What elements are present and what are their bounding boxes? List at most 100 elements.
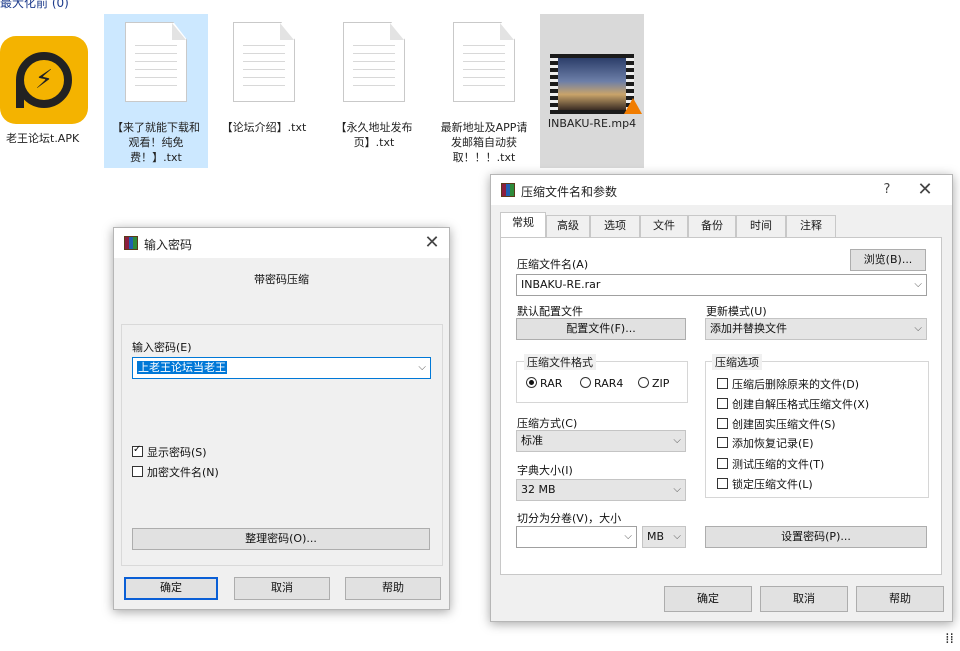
cancel-button[interactable]: 取消 [234, 577, 330, 600]
set-password-button[interactable]: 设置密码(P)... [705, 526, 927, 548]
winrar-icon [501, 183, 515, 197]
winrar-icon [124, 236, 138, 250]
option-label: 添加恢复记录(E) [732, 437, 814, 450]
format-label: RAR4 [594, 377, 624, 390]
checkbox-icon [717, 398, 728, 409]
text-document-icon [125, 22, 187, 102]
archive-format-title: 压缩文件格式 [524, 354, 596, 370]
radio-icon [638, 377, 649, 388]
folder-header-text: 最大化前 (0) [0, 0, 69, 10]
split-volumes-label: 切分为分卷(V)，大小 [517, 512, 622, 525]
checkbox-icon [717, 418, 728, 429]
text-document-icon [343, 22, 405, 102]
option-recovery[interactable]: 添加恢复记录(E) [717, 435, 814, 451]
format-label: RAR [540, 377, 563, 390]
dialog-subtitle: 带密码压缩 [254, 273, 309, 286]
method-select[interactable]: 标准 ⌵ [516, 430, 686, 452]
option-solid[interactable]: 创建固实压缩文件(S) [717, 416, 836, 432]
file-item-txt-4[interactable]: 最新地址及APP请发邮箱自动获取！！！.txt [432, 14, 536, 168]
option-label: 测试压缩的文件(T) [732, 458, 825, 471]
option-lock[interactable]: 锁定压缩文件(L) [717, 476, 813, 492]
text-document-icon [233, 22, 295, 102]
password-dialog: 输入密码 ✕ 带密码压缩 输入密码(E) 上老王论坛当老王 ⌵ 显示密码(S) … [113, 227, 450, 610]
password-input[interactable]: 上老王论坛当老王 ⌵ [132, 357, 431, 379]
help-button[interactable]: 帮助 [345, 577, 441, 600]
file-item-apk[interactable]: ⚡ 老王论坛t.APK [0, 14, 96, 168]
dictionary-label: 字典大小(I) [517, 464, 573, 477]
file-name: 老王论坛t.APK [6, 132, 80, 145]
ok-button[interactable]: 确定 [124, 577, 218, 600]
update-mode-select[interactable]: 添加并替换文件 ⌵ [705, 318, 927, 340]
archive-name-input[interactable]: INBAKU-RE.rar ⌵ [516, 274, 927, 296]
tab-backup[interactable]: 备份 [688, 215, 736, 237]
chevron-down-icon[interactable]: ⌵ [418, 358, 426, 378]
chevron-down-icon[interactable]: ⌵ [914, 275, 922, 295]
file-name: 【永久地址发布页】.txt [335, 121, 413, 149]
option-sfx[interactable]: 创建自解压格式压缩文件(X) [717, 396, 869, 412]
archiving-options-title: 压缩选项 [712, 354, 762, 370]
text-document-icon [453, 22, 515, 102]
cancel-button[interactable]: 取消 [760, 586, 848, 612]
split-unit-select[interactable]: MB ⌵ [642, 526, 686, 548]
format-radio-rar[interactable]: RAR [526, 377, 562, 390]
radio-icon [580, 377, 591, 388]
archive-dialog-title: 压缩文件名和参数 [521, 185, 618, 199]
show-password-checkbox[interactable]: 显示密码(S) [132, 444, 207, 460]
tab-general[interactable]: 常规 [500, 212, 546, 238]
encrypt-names-checkbox[interactable]: 加密文件名(N) [132, 464, 219, 480]
tab-options[interactable]: 选项 [590, 215, 640, 237]
archive-name-value: INBAKU-RE.rar [521, 278, 601, 291]
checkbox-icon [717, 458, 728, 469]
file-item-txt-3[interactable]: 【永久地址发布页】.txt [322, 14, 426, 168]
encrypt-names-label: 加密文件名(N) [147, 466, 219, 479]
file-item-txt-2[interactable]: 【论坛介绍】.txt [212, 14, 316, 168]
show-password-label: 显示密码(S) [147, 446, 207, 459]
chevron-down-icon[interactable]: ⌵ [673, 480, 681, 500]
help-button[interactable]: 帮助 [856, 586, 944, 612]
close-icon[interactable]: ✕ [914, 179, 936, 201]
password-dialog-titlebar[interactable]: 输入密码 ✕ [114, 228, 449, 258]
format-label: ZIP [652, 377, 670, 390]
profiles-button[interactable]: 配置文件(F)... [516, 318, 686, 340]
format-radio-rar4[interactable]: RAR4 [580, 377, 623, 390]
option-label: 锁定压缩文件(L) [732, 478, 813, 491]
format-radio-zip[interactable]: ZIP [638, 377, 669, 390]
archive-name-label: 压缩文件名(A) [517, 258, 589, 271]
split-unit-value: MB [647, 530, 665, 543]
file-name: 【来了就能下载和观看！纯免费！】.txt [112, 121, 200, 164]
tab-time[interactable]: 时间 [736, 215, 786, 237]
chevron-down-icon[interactable]: ⌵ [914, 319, 922, 339]
split-size-input[interactable]: ⌵ [516, 526, 637, 548]
checkbox-icon [717, 478, 728, 489]
manage-passwords-button[interactable]: 整理密码(O)... [132, 528, 430, 550]
dictionary-value: 32 MB [521, 483, 556, 496]
method-label: 压缩方式(C) [517, 417, 578, 430]
dictionary-select[interactable]: 32 MB ⌵ [516, 479, 686, 501]
video-file-icon [550, 54, 634, 114]
tab-comment[interactable]: 注释 [786, 215, 836, 237]
option-label: 创建自解压格式压缩文件(X) [732, 398, 870, 411]
option-test[interactable]: 测试压缩的文件(T) [717, 456, 824, 472]
ok-button[interactable]: 确定 [664, 586, 752, 612]
tab-advanced[interactable]: 高级 [546, 215, 590, 237]
tab-files[interactable]: 文件 [640, 215, 688, 237]
update-mode-label: 更新模式(U) [706, 305, 767, 318]
checkbox-icon [132, 444, 143, 457]
chevron-down-icon[interactable]: ⌵ [673, 431, 681, 451]
browse-button[interactable]: 浏览(B)... [850, 249, 926, 271]
password-value: 上老王论坛当老王 [137, 361, 227, 374]
close-icon[interactable]: ✕ [421, 232, 443, 254]
archive-dialog-titlebar[interactable]: 压缩文件名和参数 ? ✕ [491, 175, 952, 205]
option-label: 创建固实压缩文件(S) [732, 418, 836, 431]
file-item-txt-1[interactable]: 【来了就能下载和观看！纯免费！】.txt [104, 14, 208, 168]
help-icon[interactable]: ? [876, 179, 898, 201]
chevron-down-icon[interactable]: ⌵ [624, 527, 632, 547]
checkbox-icon [717, 437, 728, 448]
checkbox-icon [132, 466, 143, 477]
apk-app-icon: ⚡ [0, 36, 88, 124]
chevron-down-icon[interactable]: ⌵ [673, 527, 681, 547]
option-delete-after[interactable]: 压缩后删除原来的文件(D) [717, 376, 859, 392]
file-item-mp4[interactable]: INBAKU-RE.mp4 [540, 14, 644, 168]
radio-icon [526, 377, 537, 388]
corner-grip-icon: ⁞⁞ [945, 631, 954, 647]
